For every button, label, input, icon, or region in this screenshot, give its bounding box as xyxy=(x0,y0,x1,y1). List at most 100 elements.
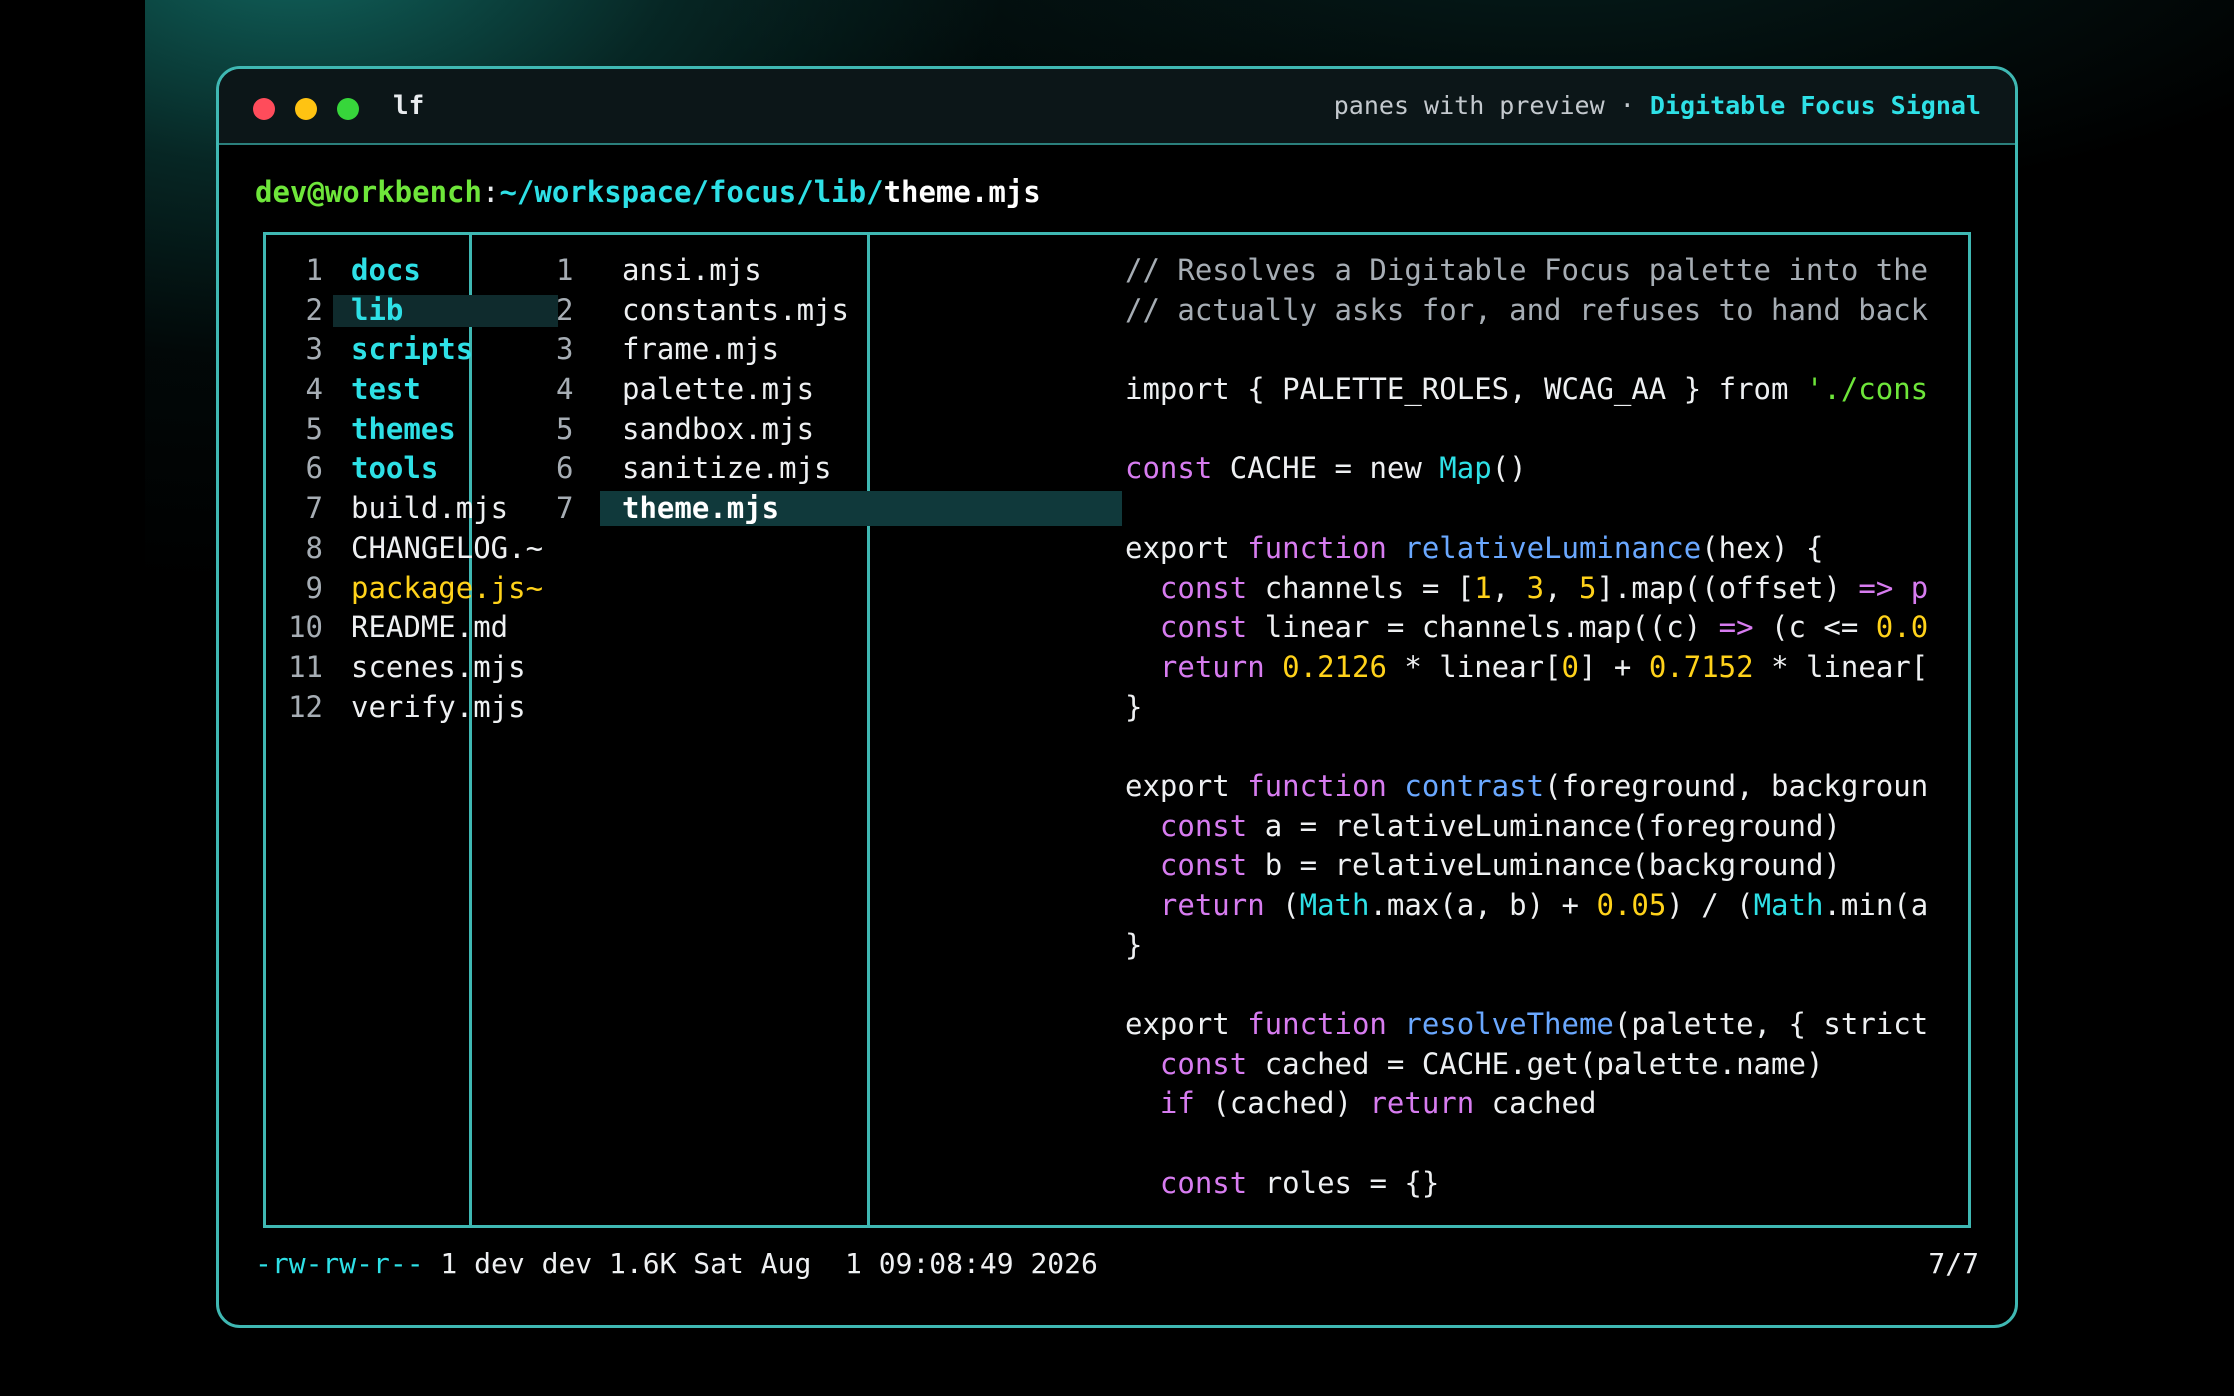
code-token: * linear[ xyxy=(1386,649,1562,684)
code-token: import { PALETTE_ROLES, WCAG_AA } from xyxy=(1125,372,1806,407)
minimize-button[interactable] xyxy=(295,98,317,120)
app-name: lf xyxy=(393,91,425,121)
code-token: * linear[ xyxy=(1753,649,1929,684)
code-token: channels = [ xyxy=(1247,570,1475,605)
code-token: resolveTheme xyxy=(1404,1007,1614,1042)
current-list-item[interactable]: 2 constants.mjs xyxy=(556,291,1116,331)
code-token: export xyxy=(1125,1007,1248,1042)
line-number: 3 xyxy=(305,332,323,367)
code-token: const xyxy=(1159,848,1248,883)
code-token: const xyxy=(1159,808,1248,843)
parent-list-item[interactable]: 7 build.mjs xyxy=(276,489,556,529)
code-token: const xyxy=(1125,451,1213,486)
code-token: export xyxy=(1125,768,1248,803)
line-number: 5 xyxy=(305,411,323,446)
code-token: (c <= xyxy=(1753,610,1876,645)
code-line: // actually asks for, and refuses to han… xyxy=(1125,291,1935,331)
current-list-item[interactable]: 3 frame.mjs xyxy=(556,330,1116,370)
directory-name: lib xyxy=(351,292,404,327)
desktop-left-band xyxy=(0,0,145,1396)
current-list-item[interactable]: 4 palette.mjs xyxy=(556,370,1116,410)
current-list-item[interactable]: 6 sanitize.mjs xyxy=(556,449,1116,489)
code-token: cached xyxy=(1474,1086,1597,1121)
parent-directory-pane: 1 docs 2 lib 3 scripts 4 test 5 themes 6 tools 7 buil… xyxy=(276,251,558,728)
code-token: a = relativeLuminance(foreground) xyxy=(1247,808,1841,843)
file-name: verify.mjs xyxy=(351,689,526,724)
selection-position: 7/7 xyxy=(1928,1247,1979,1280)
parent-list-item[interactable]: 8 CHANGELOG.~ xyxy=(276,529,556,569)
current-list-item[interactable]: 5 sandbox.mjs xyxy=(556,410,1116,450)
current-list-item[interactable]: 1 ansi.mjs xyxy=(556,251,1116,291)
file-name: theme.mjs xyxy=(622,491,780,526)
code-token: './cons xyxy=(1805,372,1929,407)
line-number: 1 xyxy=(556,253,574,287)
parent-list-item[interactable]: 4 test xyxy=(276,370,556,410)
code-line: const channels = [1, 3, 5].map((offset) … xyxy=(1125,569,1935,609)
code-token: (cached) xyxy=(1194,1086,1370,1121)
code-token: () xyxy=(1491,451,1527,486)
terminal-window: lf panes with preview · Digitable Focus … xyxy=(216,66,2018,1328)
code-token: return xyxy=(1159,649,1265,684)
code-line: export function relativeLuminance(hex) { xyxy=(1125,529,1935,569)
directory-name: test xyxy=(351,372,421,407)
code-token: linear = channels.map((c) xyxy=(1247,610,1719,645)
close-button[interactable] xyxy=(253,98,275,120)
parent-list-item[interactable]: 1 docs xyxy=(276,251,556,291)
prompt-path: ~/workspace/focus/lib/ xyxy=(499,175,884,209)
file-preview-pane: // Resolves a Digitable Focus palette in… xyxy=(1125,251,1935,1204)
directory-name: docs xyxy=(351,253,421,287)
parent-list-item[interactable]: 5 themes xyxy=(276,410,556,450)
code-token: const xyxy=(1159,1165,1248,1200)
code-token: function xyxy=(1247,1007,1387,1042)
parent-list-item[interactable]: 2 lib xyxy=(276,291,558,331)
line-number: 6 xyxy=(305,451,323,486)
code-line: return 0.2126 * linear[0] + 0.7152 * lin… xyxy=(1125,648,1935,688)
code-token: } xyxy=(1125,689,1143,724)
code-line: } xyxy=(1125,688,1935,728)
code-token: 1 xyxy=(1474,570,1492,605)
code-token: (palette, { strict xyxy=(1613,1007,1929,1042)
code-token: ].map((offset) xyxy=(1596,570,1859,605)
parent-list-item[interactable]: 10 README.md xyxy=(276,608,556,648)
code-token: if xyxy=(1159,1086,1195,1121)
code-token: (foreground, backgroun xyxy=(1544,768,1929,803)
code-token: const xyxy=(1159,1046,1248,1081)
code-line: const CACHE = new Map() xyxy=(1125,449,1935,489)
code-line: // Resolves a Digitable Focus palette in… xyxy=(1125,251,1935,291)
maximize-button[interactable] xyxy=(337,98,359,120)
code-token: contrast xyxy=(1404,768,1545,803)
parent-list-item[interactable]: 11 scenes.mjs xyxy=(276,648,556,688)
code-token: , xyxy=(1491,570,1527,605)
code-token: ( xyxy=(1264,888,1300,922)
file-permissions: -rw-rw-r-- xyxy=(255,1247,424,1280)
parent-list-item[interactable]: 3 scripts xyxy=(276,330,556,370)
parent-list-item[interactable]: 9 package.js~ xyxy=(276,569,556,609)
code-token: Map xyxy=(1439,451,1492,486)
code-token: b = relativeLuminance(background) xyxy=(1247,848,1841,883)
file-name: sanitize.mjs xyxy=(622,451,832,486)
code-token: Math xyxy=(1299,888,1370,922)
code-token: ] + xyxy=(1579,649,1649,684)
current-directory-pane: 1 ansi.mjs 2 constants.mjs 3 frame.mjs 4 palett… xyxy=(556,251,1122,529)
line-number: 10 xyxy=(288,610,323,645)
file-name: ansi.mjs xyxy=(622,253,762,287)
code-token: return xyxy=(1159,888,1265,922)
parent-list-item[interactable]: 6 tools xyxy=(276,449,556,489)
current-list-item[interactable]: 7 theme.mjs xyxy=(556,489,1122,529)
lf-panes: 1 docs 2 lib 3 scripts 4 test 5 themes 6 tools 7 buil… xyxy=(263,232,1971,1228)
parent-list-item[interactable]: 12 verify.mjs xyxy=(276,688,556,728)
code-token: cached = CACHE.get(palette.name) xyxy=(1247,1046,1824,1081)
code-token: , xyxy=(1544,570,1579,605)
